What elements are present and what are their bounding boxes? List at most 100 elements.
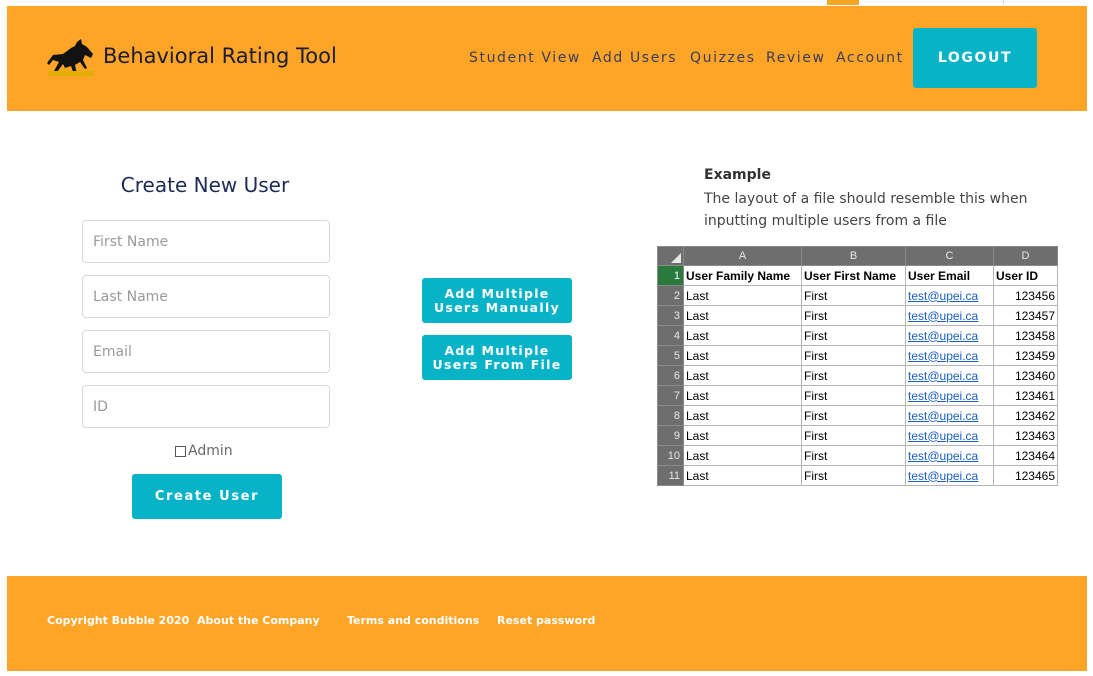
sheet-cell: test@upei.ca <box>905 425 994 446</box>
sheet-cell: Last <box>683 365 802 386</box>
nav-quizzes[interactable]: Quizzes <box>690 50 756 66</box>
form-title: Create New User <box>120 173 290 197</box>
sheet-cell: Last <box>683 345 802 366</box>
sheet-row-number: 11 <box>657 465 684 486</box>
site-header: Behavioral Rating Tool Student View Add … <box>7 6 1087 111</box>
sheet-cell: 123459 <box>993 345 1058 366</box>
sheet-row-number: 9 <box>657 425 684 446</box>
sheet-cell: First <box>801 325 906 346</box>
sheet-cell: Last <box>683 425 802 446</box>
add-multiple-manual-label: Add Multiple Users Manually <box>433 285 561 315</box>
sheet-header-cell: User Email <box>905 265 994 286</box>
sheet-cell: test@upei.ca <box>905 365 994 386</box>
sheet-row: 10 Last First test@upei.ca 123464 <box>657 445 1058 466</box>
sheet-cell: 123456 <box>993 285 1058 306</box>
sheet-row: 4 Last First test@upei.ca 123458 <box>657 325 1058 346</box>
top-divider <box>1003 0 1004 5</box>
example-title: Example <box>704 167 771 183</box>
sheet-cell: First <box>801 365 906 386</box>
id-input[interactable] <box>82 385 330 428</box>
example-description: The layout of a file should resemble thi… <box>704 191 1028 229</box>
sheet-row-number: 5 <box>657 345 684 366</box>
nav-review[interactable]: Review <box>766 50 826 66</box>
sheet-cell: test@upei.ca <box>905 385 994 406</box>
sheet-column-letter: C <box>905 246 994 266</box>
nav-add-users[interactable]: Add Users <box>592 50 677 66</box>
sheet-row: 2 Last First test@upei.ca 123456 <box>657 285 1058 306</box>
sheet-cell: 123458 <box>993 325 1058 346</box>
sheet-header-cell: User First Name <box>801 265 906 286</box>
sheet-row: 11 Last First test@upei.ca 123465 <box>657 465 1058 486</box>
sheet-cell: 123463 <box>993 425 1058 446</box>
sheet-cell: test@upei.ca <box>905 445 994 466</box>
sheet-column-letter: D <box>993 246 1058 266</box>
nav-student-view[interactable]: Student View <box>469 50 581 66</box>
add-multiple-manual-button[interactable]: Add Multiple Users Manually <box>422 278 572 323</box>
sheet-cell: First <box>801 465 906 486</box>
sheet-cell: 123465 <box>993 465 1058 486</box>
sheet-cell: Last <box>683 385 802 406</box>
sheet-row: 5 Last First test@upei.ca 123459 <box>657 345 1058 366</box>
add-multiple-file-button[interactable]: Add Multiple Users From File <box>422 335 572 380</box>
sheet-corner <box>657 246 684 266</box>
sheet-cell: First <box>801 445 906 466</box>
sheet-header-cell: User Family Name <box>683 265 802 286</box>
last-name-input[interactable] <box>82 275 330 318</box>
sheet-cell: test@upei.ca <box>905 405 994 426</box>
sheet-row-number: 1 <box>657 265 684 286</box>
sheet-cell: First <box>801 385 906 406</box>
sheet-cell: Last <box>683 465 802 486</box>
sheet-row: 9 Last First test@upei.ca 123463 <box>657 425 1058 446</box>
example-spreadsheet-image: A B C D 1 User Family Name User First Na… <box>657 246 1058 486</box>
sheet-cell: First <box>801 285 906 306</box>
sheet-row-number: 6 <box>657 365 684 386</box>
sheet-row-number: 10 <box>657 445 684 466</box>
email-input[interactable] <box>82 330 330 373</box>
sheet-cell: 123462 <box>993 405 1058 426</box>
create-user-button[interactable]: Create User <box>132 474 282 519</box>
sheet-cell: Last <box>683 285 802 306</box>
sheet-cell: 123457 <box>993 305 1058 326</box>
sheet-row-number: 4 <box>657 325 684 346</box>
admin-option: Admin <box>175 442 233 460</box>
sheet-cell: test@upei.ca <box>905 465 994 486</box>
footer-reset-password-link[interactable]: Reset password <box>497 614 595 627</box>
footer-terms-link[interactable]: Terms and conditions <box>347 614 479 627</box>
nav-account[interactable]: Account <box>836 50 904 66</box>
sheet-cell: 123464 <box>993 445 1058 466</box>
sheet-cell: Last <box>683 325 802 346</box>
sheet-row-number: 2 <box>657 285 684 306</box>
top-tab-marker <box>827 0 859 5</box>
sheet-row: 7 Last First test@upei.ca 123461 <box>657 385 1058 406</box>
horse-logo-icon[interactable] <box>47 38 95 82</box>
logout-button[interactable]: LOGOUT <box>913 28 1037 88</box>
sheet-row: 8 Last First test@upei.ca 123462 <box>657 405 1058 426</box>
sheet-cell: First <box>801 425 906 446</box>
sheet-column-letter: A <box>683 246 802 266</box>
sheet-row-number: 8 <box>657 405 684 426</box>
footer-copyright: Copyright Bubble 2020 <box>47 614 190 627</box>
first-name-input[interactable] <box>82 220 330 263</box>
sheet-cell: test@upei.ca <box>905 285 994 306</box>
admin-label: Admin <box>188 443 233 459</box>
sheet-cell: test@upei.ca <box>905 305 994 326</box>
sheet-header-cell: User ID <box>993 265 1058 286</box>
sheet-cell: First <box>801 305 906 326</box>
sheet-row-number: 7 <box>657 385 684 406</box>
sheet-cell: 123461 <box>993 385 1058 406</box>
sheet-cell: 123460 <box>993 365 1058 386</box>
app-title: Behavioral Rating Tool <box>103 44 337 68</box>
add-multiple-file-label: Add Multiple Users From File <box>432 342 562 372</box>
footer-about-link[interactable]: About the Company <box>197 614 320 627</box>
sheet-cell: Last <box>683 405 802 426</box>
sheet-row-number: 3 <box>657 305 684 326</box>
sheet-cell: First <box>801 405 906 426</box>
admin-checkbox[interactable] <box>175 445 186 457</box>
sheet-cell: Last <box>683 445 802 466</box>
sheet-cell: test@upei.ca <box>905 325 994 346</box>
sheet-row: 3 Last First test@upei.ca 123457 <box>657 305 1058 326</box>
sheet-column-letter: B <box>801 246 906 266</box>
site-footer: Copyright Bubble 2020 About the Company … <box>7 576 1087 671</box>
sheet-header-row: 1 User Family Name User First Name User … <box>657 265 1058 286</box>
sheet-row: 6 Last First test@upei.ca 123460 <box>657 365 1058 386</box>
